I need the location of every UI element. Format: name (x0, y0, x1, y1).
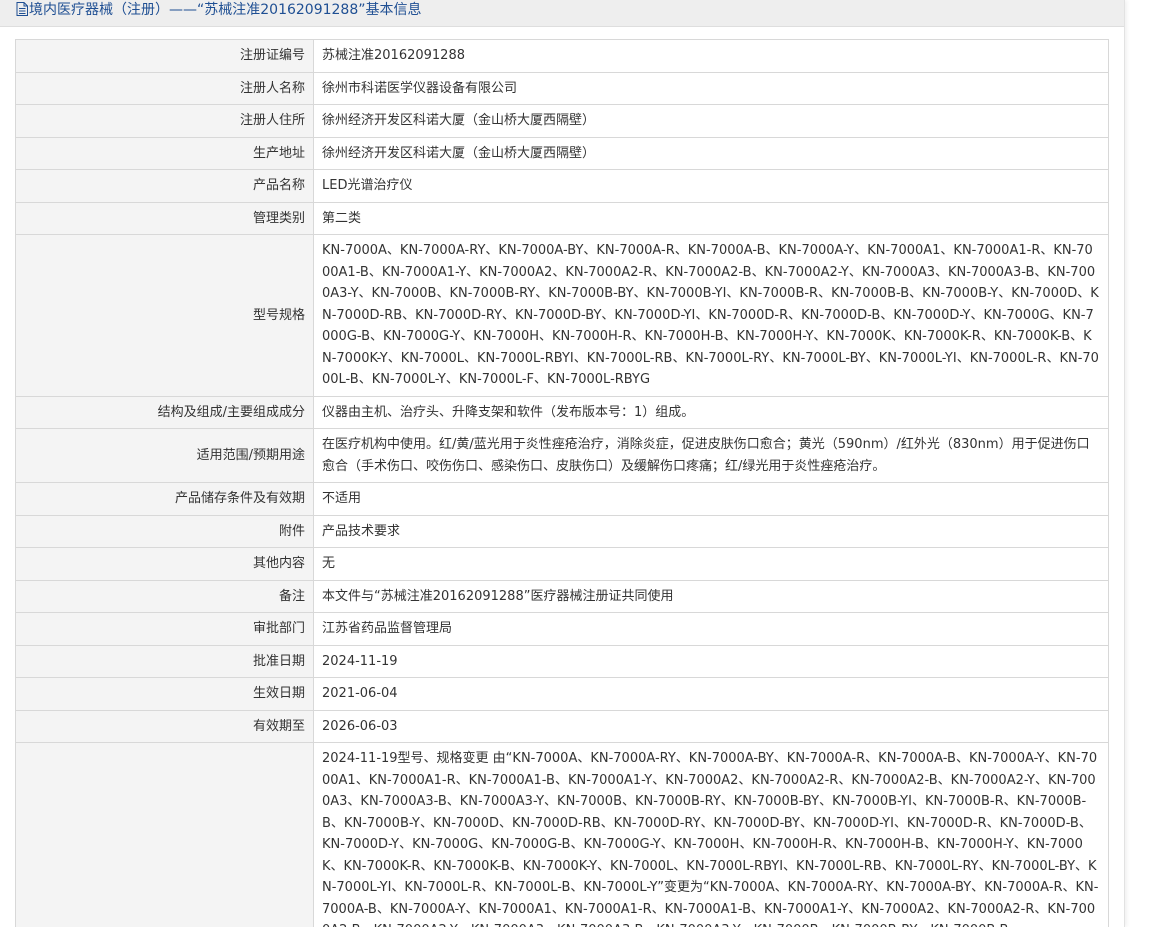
table-row: 审批部门 江苏省药品监督管理局 (15, 612, 1109, 646)
row-value: LED光谱治疗仪 (313, 169, 1109, 203)
row-label: 产品名称 (15, 169, 314, 203)
row-value: 徐州经济开发区科诺大厦（金山桥大厦西隔壁） (313, 136, 1109, 170)
table-row: 产品储存条件及有效期 不适用 (15, 482, 1109, 516)
table-row: 适用范围/预期用途 在医疗机构中使用。红/黄/蓝光用于炎性痤疮治疗，消除炎症，促… (15, 428, 1109, 483)
row-value: 2021-06-04 (313, 677, 1109, 711)
table-row: 2024-11-19型号、规格变更 由“KN-7000A、KN-7000A-RY… (15, 742, 1109, 927)
row-label: 管理类别 (15, 201, 314, 235)
row-value: 江苏省药品监督管理局 (313, 612, 1109, 646)
row-label: 附件 (15, 514, 314, 548)
document-icon (16, 2, 28, 22)
table-row: 产品名称 LED光谱治疗仪 (15, 169, 1109, 203)
row-value: 徐州市科诺医学仪器设备有限公司 (313, 71, 1109, 105)
table-row: 结构及组成/主要组成成分 仪器由主机、治疗头、升降支架和软件（发布版本号：1）组… (15, 395, 1109, 429)
table-row: 批准日期 2024-11-19 (15, 644, 1109, 678)
table-row: 备注 本文件与“苏械注准20162091288”医疗器械注册证共同使用 (15, 579, 1109, 613)
row-value: 产品技术要求 (313, 514, 1109, 548)
row-label: 批准日期 (15, 644, 314, 678)
row-value: 第二类 (313, 201, 1109, 235)
row-label: 生产地址 (15, 136, 314, 170)
row-label: 注册人名称 (15, 71, 314, 105)
row-label: 结构及组成/主要组成成分 (15, 395, 314, 429)
table-row: 管理类别 第二类 (15, 201, 1109, 235)
row-label: 有效期至 (15, 709, 314, 743)
row-label: 备注 (15, 579, 314, 613)
row-value: 本文件与“苏械注准20162091288”医疗器械注册证共同使用 (313, 579, 1109, 613)
row-value: 2024-11-19 (313, 644, 1109, 678)
row-label: 型号规格 (15, 234, 314, 397)
row-value: 仪器由主机、治疗头、升降支架和软件（发布版本号：1）组成。 (313, 395, 1109, 429)
detail-panel: 境内医疗器械（注册）——“苏械注准20162091288”基本信息 注册证编号 … (0, 0, 1125, 927)
table-row: 生产地址 徐州经济开发区科诺大厦（金山桥大厦西隔壁） (15, 136, 1109, 170)
row-value: 2026-06-03 (313, 709, 1109, 743)
row-label: 适用范围/预期用途 (15, 428, 314, 483)
table-row: 生效日期 2021-06-04 (15, 677, 1109, 711)
row-label: 注册人住所 (15, 104, 314, 138)
row-value: KN-7000A、KN-7000A-RY、KN-7000A-BY、KN-7000… (313, 234, 1109, 397)
row-value: 在医疗机构中使用。红/黄/蓝光用于炎性痤疮治疗，消除炎症，促进皮肤伤口愈合；黄光… (313, 428, 1109, 483)
table-row: 有效期至 2026-06-03 (15, 709, 1109, 743)
row-value: 无 (313, 547, 1109, 581)
row-label: 产品储存条件及有效期 (15, 482, 314, 516)
row-value: 徐州经济开发区科诺大厦（金山桥大厦西隔壁） (313, 104, 1109, 138)
row-label: 注册证编号 (15, 39, 314, 73)
table-row: 附件 产品技术要求 (15, 514, 1109, 548)
table-row: 注册证编号 苏械注准20162091288 (15, 39, 1109, 73)
table-row: 型号规格 KN-7000A、KN-7000A-RY、KN-7000A-BY、KN… (15, 234, 1109, 397)
row-label (15, 742, 314, 927)
row-value: 不适用 (313, 482, 1109, 516)
table-row: 注册人名称 徐州市科诺医学仪器设备有限公司 (15, 71, 1109, 105)
page-title: 境内医疗器械（注册）——“苏械注准20162091288”基本信息 (29, 2, 422, 18)
row-label: 其他内容 (15, 547, 314, 581)
row-value: 苏械注准20162091288 (313, 39, 1109, 73)
table-row: 其他内容 无 (15, 547, 1109, 581)
table-row: 注册人住所 徐州经济开发区科诺大厦（金山桥大厦西隔壁） (15, 104, 1109, 138)
registration-info-table: 注册证编号 苏械注准20162091288 注册人名称 徐州市科诺医学仪器设备有… (15, 39, 1109, 927)
row-label: 审批部门 (15, 612, 314, 646)
change-history-value: 2024-11-19型号、规格变更 由“KN-7000A、KN-7000A-RY… (313, 742, 1109, 927)
panel-title-bar: 境内医疗器械（注册）——“苏械注准20162091288”基本信息 (0, 0, 1124, 27)
row-label: 生效日期 (15, 677, 314, 711)
